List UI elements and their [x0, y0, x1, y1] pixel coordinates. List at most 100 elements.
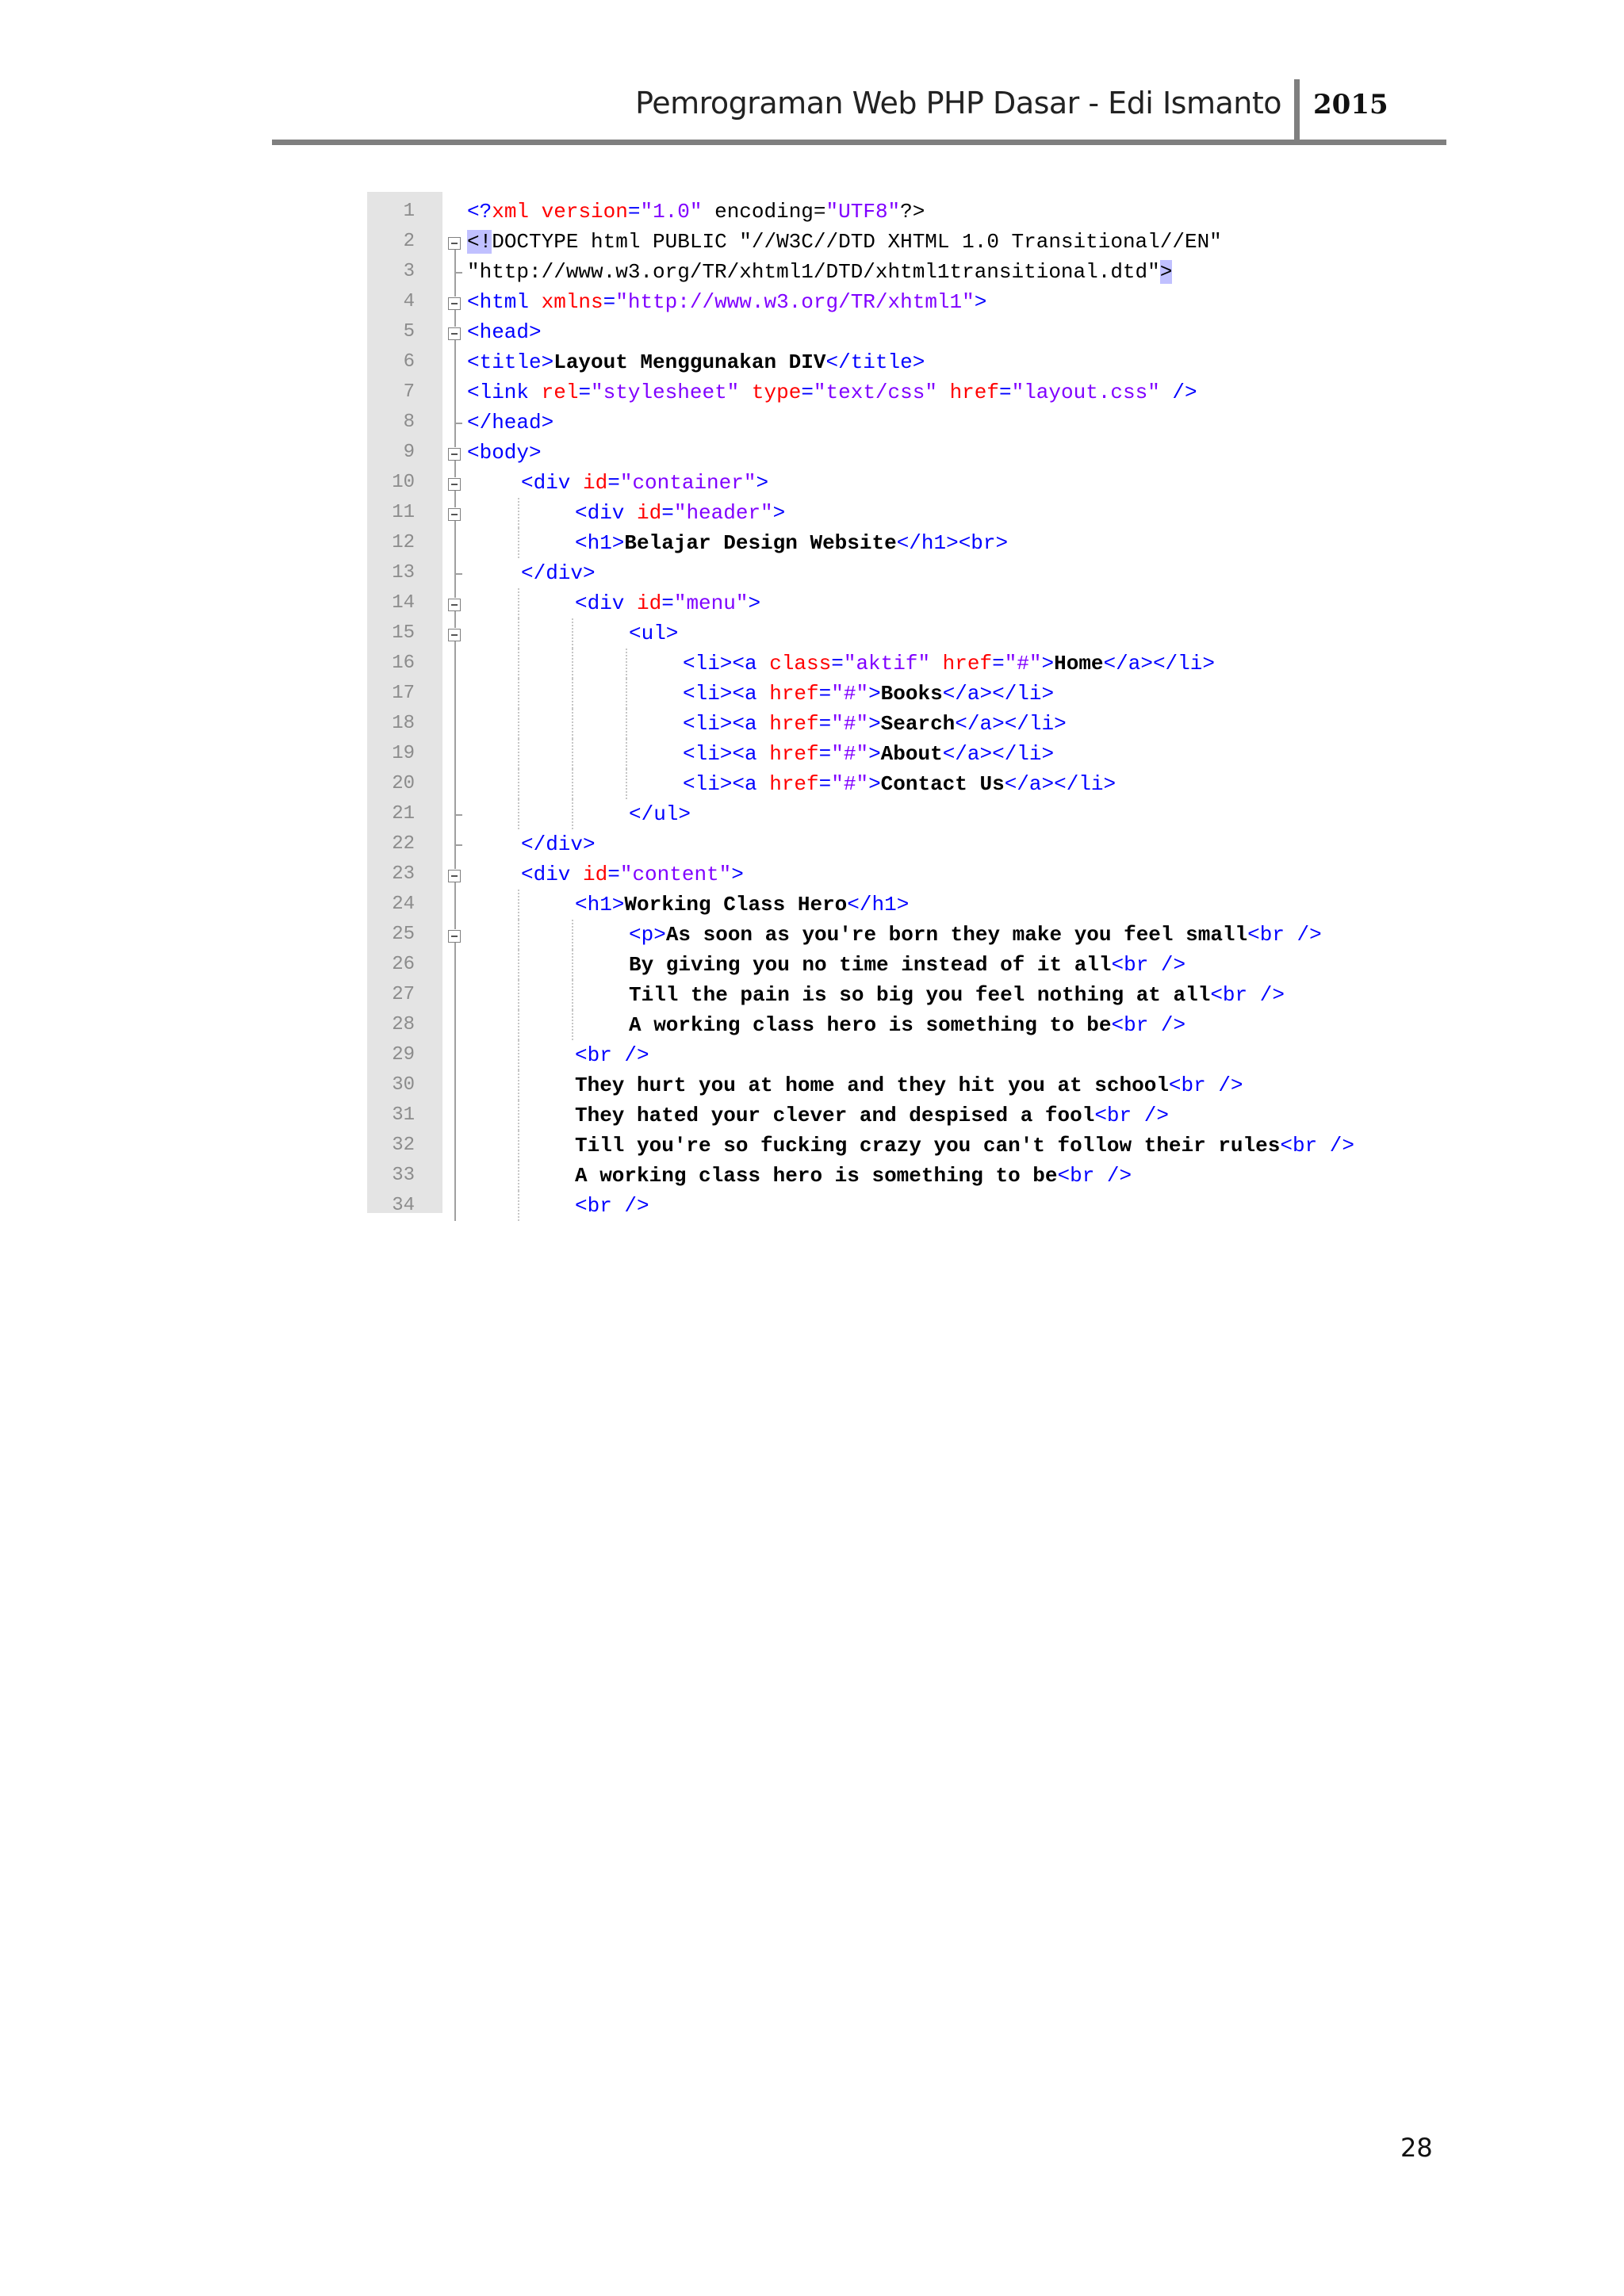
code-token: ?>	[900, 200, 925, 224]
code-token: href	[769, 712, 819, 736]
code-token: </a></li>	[1103, 652, 1215, 675]
code-token: "aktif"	[843, 652, 931, 675]
code-token: <body>	[467, 441, 542, 465]
fold-end-mark	[454, 423, 462, 424]
code-token: href	[949, 381, 999, 404]
code-token: "text/css"	[813, 381, 937, 404]
indent-guide	[518, 920, 519, 950]
indent-guide	[572, 739, 573, 769]
line-number: 33	[392, 1165, 415, 1186]
code-token: <br />	[1168, 1073, 1243, 1097]
code-text: </div>	[521, 829, 596, 859]
code-token: <br />	[1247, 923, 1322, 947]
code-line: 29 <br />	[367, 1040, 1442, 1070]
code-line: 3 "http://www.w3.org/TR/xhtml1/DTD/xhtml1…	[367, 257, 1442, 287]
code-text: </div>	[521, 558, 596, 588]
line-number: 21	[392, 803, 415, 825]
fold-toggle-icon	[448, 448, 461, 461]
indent-guide	[572, 799, 573, 829]
line-number: 14	[392, 592, 415, 614]
code-text: <br />	[575, 1040, 649, 1070]
code-token: "#"	[831, 682, 869, 706]
code-text: <ul>	[629, 618, 678, 649]
indent-guide	[518, 980, 519, 1010]
code-line: 1 <?xml version="1.0" encoding="UTF8"?>	[367, 197, 1442, 227]
fold-line	[454, 890, 456, 920]
code-token: =	[818, 682, 832, 706]
code-line: 31 They hated your clever and despised a …	[367, 1100, 1442, 1131]
code-token: id	[637, 591, 662, 615]
fold-line	[454, 1070, 456, 1100]
code-token: "container"	[619, 471, 756, 495]
code-token: <link	[467, 381, 542, 404]
indent-guide	[572, 950, 573, 980]
code-token: As soon as you're born they make you fee…	[665, 923, 1248, 947]
code-token: </h1><br>	[896, 531, 1009, 555]
code-token: "menu"	[673, 591, 749, 615]
indent-guide	[626, 649, 627, 679]
page-number: 28	[1400, 2133, 1433, 2163]
code-token: </a></li>	[1004, 772, 1116, 796]
code-token: Belajar Design Website	[624, 531, 897, 555]
line-number: 17	[392, 683, 415, 704]
code-token: "content"	[619, 863, 732, 886]
line-number: 7	[403, 381, 415, 403]
code-token: <br />	[1111, 1013, 1186, 1037]
line-number: 1	[403, 201, 415, 222]
code-token: <li><a	[683, 742, 770, 766]
indent-guide	[518, 588, 519, 618]
indent-guide	[518, 1131, 519, 1161]
indent-guide	[572, 769, 573, 799]
indent-guide	[518, 739, 519, 769]
code-token: class	[769, 652, 832, 675]
code-text: <div id="menu">	[575, 588, 760, 618]
code-token: <li><a	[683, 652, 770, 675]
fold-toggle-icon	[448, 599, 461, 611]
indent-guide	[572, 1010, 573, 1040]
code-token: =	[607, 863, 620, 886]
code-line: 15 <ul>	[367, 618, 1442, 649]
fold-line	[454, 1191, 456, 1221]
line-number: 20	[392, 773, 415, 794]
code-text: <div id="content">	[521, 859, 744, 890]
code-text: Till you're so fucking crazy you can't f…	[575, 1131, 1354, 1161]
code-token: About	[880, 742, 943, 766]
indent-guide	[518, 1100, 519, 1131]
code-line: 23 <div id="content">	[367, 859, 1442, 890]
code-token: >	[756, 471, 769, 495]
fold-toggle-icon	[448, 297, 461, 310]
code-token: encoding=	[714, 200, 826, 224]
code-token: =	[818, 712, 832, 736]
code-token: <br />	[1280, 1134, 1354, 1158]
code-token: <html	[467, 290, 542, 314]
code-token: type	[751, 381, 802, 404]
fold-line	[454, 310, 456, 317]
code-token: Home	[1054, 652, 1104, 675]
fold-line	[454, 468, 456, 477]
code-text: <link rel="stylesheet" type="text/css" h…	[467, 377, 1197, 408]
code-token: Contact Us	[880, 772, 1005, 796]
code-text: <?xml version="1.0" encoding="UTF8"?>	[467, 197, 925, 227]
line-number: 15	[392, 622, 415, 644]
fold-line	[454, 377, 456, 408]
code-token: =	[578, 381, 592, 404]
code-line: 7 <link rel="stylesheet" type="text/css" …	[367, 377, 1442, 408]
fold-toggle-icon	[448, 930, 461, 943]
fold-line	[454, 769, 456, 799]
code-text: <div id="header">	[575, 498, 785, 528]
code-token: >	[974, 290, 987, 314]
code-token: "#"	[831, 772, 869, 796]
fold-line	[454, 287, 456, 297]
fold-line	[454, 250, 456, 257]
indent-guide	[518, 618, 519, 649]
code-text: <p>As soon as you're born they make you …	[629, 920, 1322, 950]
indent-guide	[518, 1010, 519, 1040]
code-token: id	[583, 863, 608, 886]
code-token: href	[769, 772, 819, 796]
code-token: "#"	[831, 742, 869, 766]
fold-line	[454, 521, 456, 528]
line-number: 19	[392, 743, 415, 764]
fold-toggle-icon	[448, 237, 461, 250]
